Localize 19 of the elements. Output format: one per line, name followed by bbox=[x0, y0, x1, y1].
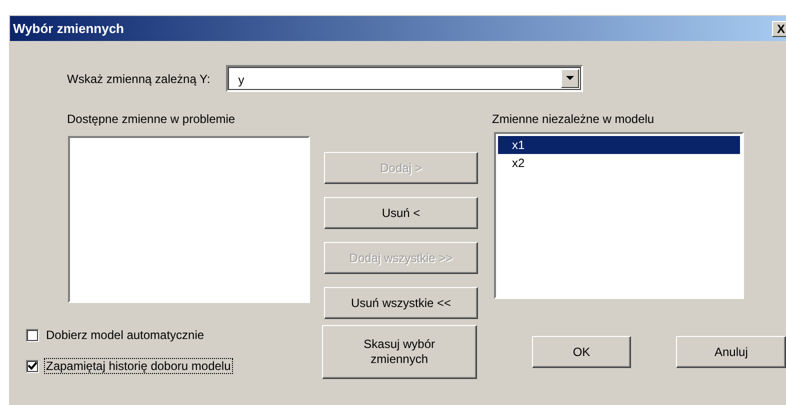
available-list[interactable] bbox=[68, 136, 310, 303]
clear-selection-button[interactable]: Skasuj wybór zmiennych bbox=[322, 325, 477, 379]
checkbox[interactable] bbox=[26, 328, 39, 342]
checkbox[interactable] bbox=[26, 360, 39, 372]
checkbox-label[interactable]: Dobierz model automatycznie bbox=[44, 327, 206, 343]
window-title: Wybór zmiennych bbox=[12, 21, 124, 36]
dependent-label: Wskaż zmienną zależną Y: bbox=[67, 72, 210, 86]
close-button[interactable]: X bbox=[772, 20, 786, 36]
cancel-button[interactable]: Anuluj bbox=[676, 336, 786, 368]
list-item[interactable]: x2 bbox=[498, 154, 740, 172]
move-button[interactable]: Usuń wszystkie << bbox=[324, 287, 478, 319]
available-label: Dostępne zmienne w problemie bbox=[67, 111, 236, 128]
model-label: Zmienne niezależne w modelu bbox=[492, 111, 656, 128]
move-button[interactable]: Usuń < bbox=[324, 197, 478, 229]
model-list[interactable]: x1 x2 bbox=[494, 132, 744, 299]
checkbox-label[interactable]: Zapamiętaj historię doboru modelu bbox=[44, 358, 233, 374]
ok-button[interactable]: OK bbox=[532, 336, 632, 368]
list-item[interactable]: x1 bbox=[498, 136, 740, 154]
dependent-dropdown[interactable]: y bbox=[226, 65, 584, 92]
